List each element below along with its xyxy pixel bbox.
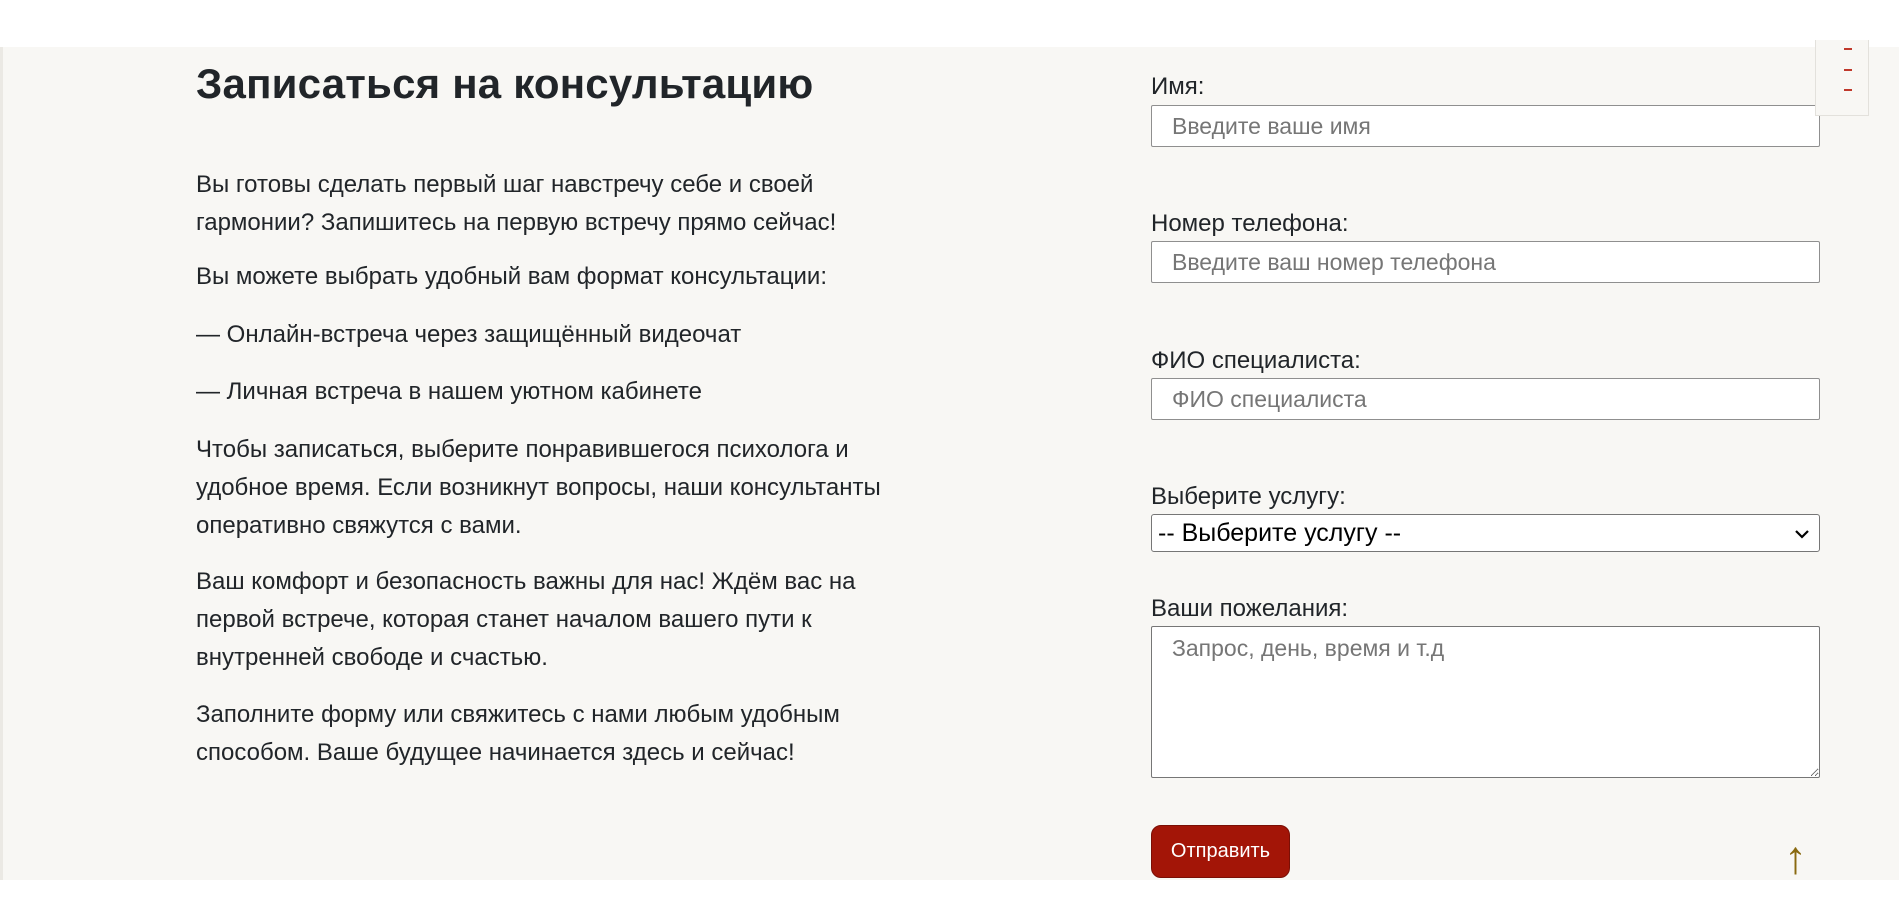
format-online-item: — Онлайн-встреча через защищённый видеоч…	[196, 321, 742, 348]
menu-dashes-icon[interactable]	[1815, 40, 1869, 116]
submit-button[interactable]: Отправить	[1151, 825, 1290, 878]
contact-paragraph: Заполните форму или свяжитесь с нами люб…	[196, 701, 840, 766]
service-label: Выберите услугу:	[1151, 483, 1346, 510]
service-select[interactable]: -- Выберите услугу --	[1151, 514, 1820, 552]
wishes-textarea[interactable]	[1151, 626, 1820, 778]
menu-dash	[1844, 89, 1852, 91]
chevron-down-icon	[1795, 523, 1813, 544]
menu-dash	[1844, 48, 1852, 50]
how-to-book-paragraph: Чтобы записаться, выберите понравившегос…	[196, 436, 881, 539]
arrow-up-icon[interactable]: ↑	[1784, 834, 1807, 880]
name-label: Имя:	[1151, 73, 1205, 100]
name-input[interactable]	[1151, 105, 1820, 147]
phone-label: Номер телефона:	[1151, 210, 1349, 237]
page-title: Записаться на консультацию	[196, 60, 814, 107]
specialist-label: ФИО специалиста:	[1151, 347, 1361, 374]
format-offline-item: — Личная встреча в нашем уютном кабинете	[196, 378, 702, 405]
comfort-paragraph: Ваш комфорт и безопасность важны для нас…	[196, 568, 856, 671]
specialist-input[interactable]	[1151, 378, 1820, 420]
service-select-value: -- Выберите услугу --	[1158, 518, 1402, 547]
phone-input[interactable]	[1151, 241, 1820, 283]
wishes-label: Ваши пожелания:	[1151, 595, 1349, 622]
menu-dash	[1844, 69, 1852, 71]
intro-paragraph: Вы готовы сделать первый шаг навстречу с…	[196, 171, 837, 236]
format-intro-paragraph: Вы можете выбрать удобный вам формат кон…	[196, 263, 827, 290]
